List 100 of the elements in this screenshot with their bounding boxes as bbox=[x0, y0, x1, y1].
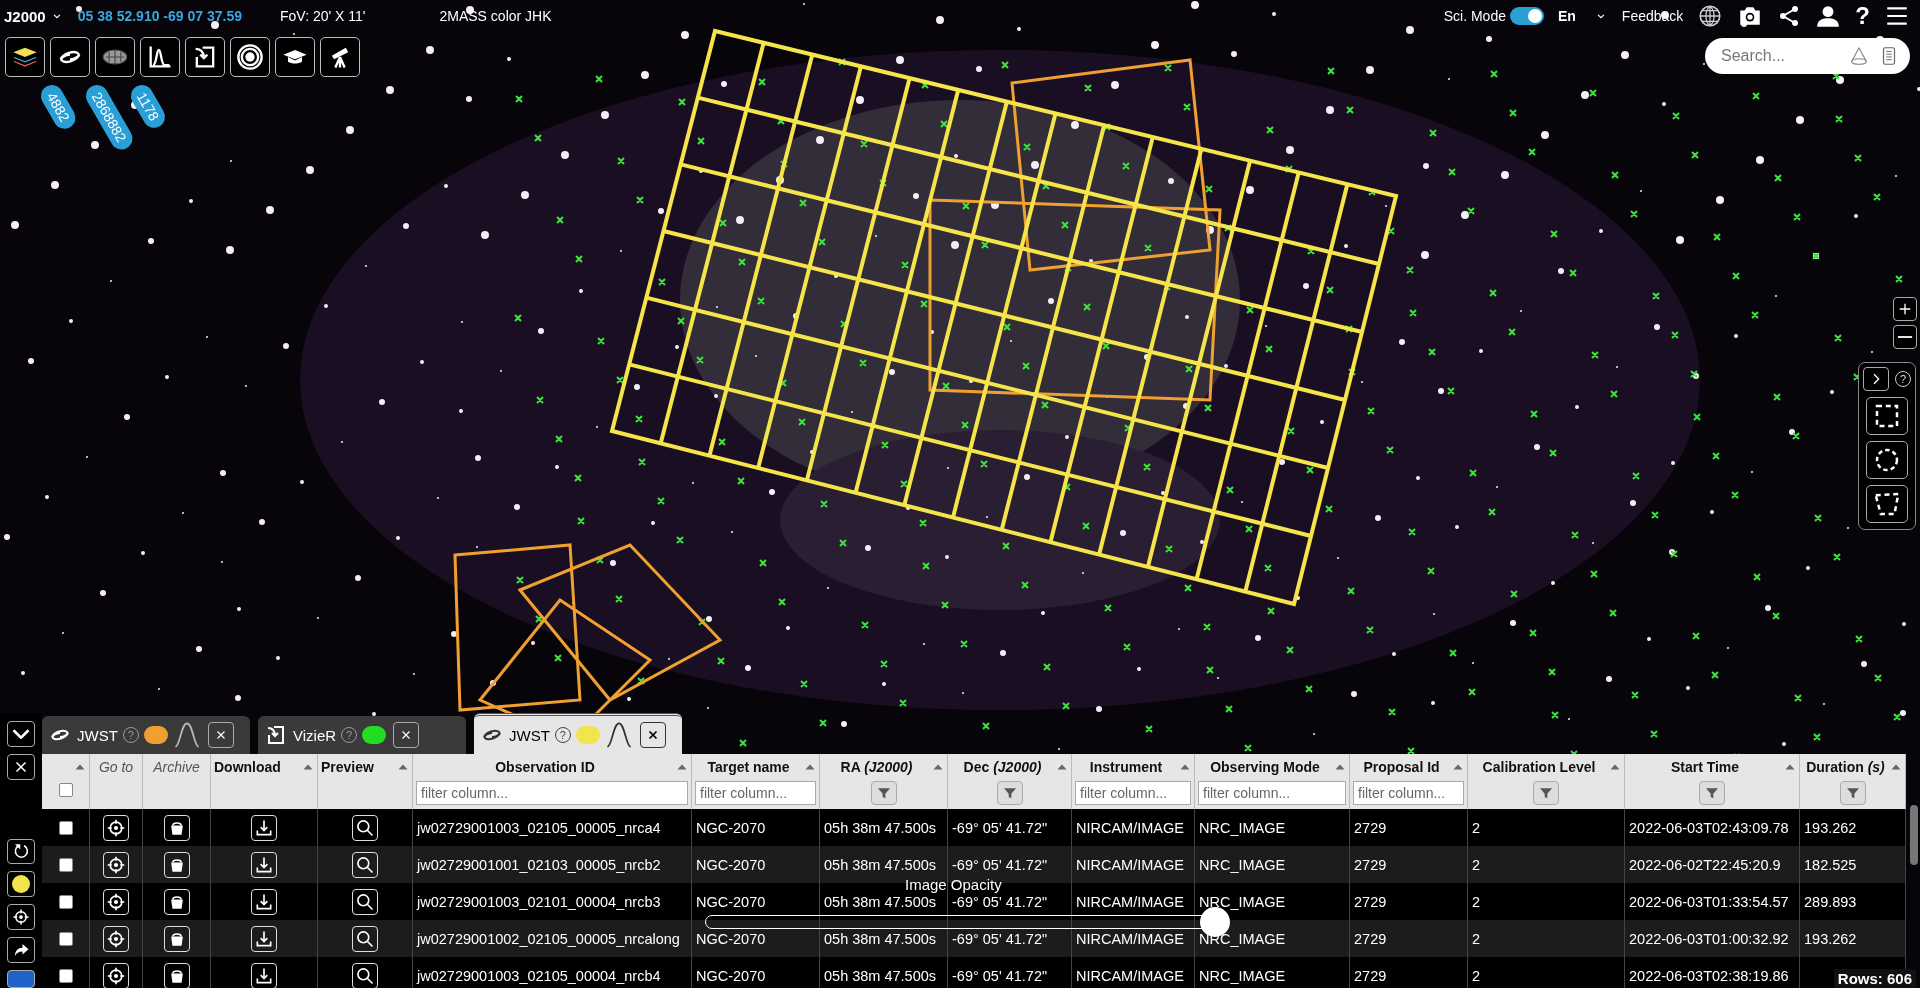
filter-field[interactable]: filter column... bbox=[416, 781, 688, 805]
column-title[interactable]: Start Time bbox=[1628, 759, 1782, 775]
column-title[interactable]: Go to bbox=[93, 759, 139, 775]
field-of-view: FoV: 20' X 11' bbox=[280, 8, 366, 24]
zoom-out-button[interactable] bbox=[1893, 325, 1917, 349]
wave-icon[interactable] bbox=[604, 721, 633, 749]
result-tab[interactable]: JWST ? bbox=[42, 716, 250, 754]
toolbar-button[interactable] bbox=[5, 37, 45, 77]
row-checkbox[interactable] bbox=[58, 820, 73, 835]
filter-field[interactable]: filter column... bbox=[695, 781, 816, 805]
toolbar-button[interactable] bbox=[140, 37, 180, 77]
crosshair-icon bbox=[106, 891, 126, 912]
filter-button[interactable] bbox=[1533, 781, 1559, 805]
tab-label: VizieR bbox=[293, 726, 337, 744]
go-to-button[interactable] bbox=[103, 814, 129, 841]
column-title[interactable]: Duration (s) bbox=[1803, 759, 1888, 775]
select-all-checkbox[interactable] bbox=[58, 783, 73, 797]
wave-icon[interactable] bbox=[172, 721, 201, 749]
preview-button[interactable] bbox=[352, 962, 378, 988]
archive-button[interactable] bbox=[163, 962, 190, 988]
download-button[interactable] bbox=[251, 888, 277, 915]
filter-button[interactable] bbox=[870, 781, 897, 805]
close-button[interactable] bbox=[639, 722, 666, 748]
box-select-button[interactable] bbox=[1866, 397, 1908, 435]
coordinates[interactable]: 05 38 52.910 -69 07 37.59 bbox=[77, 8, 242, 24]
download-button[interactable] bbox=[251, 962, 277, 988]
zoom-in-button[interactable] bbox=[1893, 297, 1917, 321]
close-button[interactable] bbox=[7, 753, 35, 780]
crosshair-icon bbox=[106, 854, 126, 875]
table-cell: 2729 bbox=[1350, 957, 1468, 988]
frame-selector[interactable]: J2000 bbox=[4, 7, 46, 25]
toolbar-button[interactable] bbox=[50, 37, 90, 77]
preview-button[interactable] bbox=[352, 888, 378, 915]
archive-button[interactable] bbox=[163, 814, 190, 841]
chevron-icon bbox=[12, 728, 30, 739]
archive-button[interactable] bbox=[163, 851, 190, 878]
user-icon[interactable] bbox=[1815, 3, 1842, 29]
preview-button[interactable] bbox=[352, 925, 378, 952]
result-tab[interactable]: JWST ? bbox=[474, 713, 682, 754]
result-tab[interactable]: VizieR ? bbox=[258, 716, 466, 754]
go-to-button[interactable] bbox=[103, 888, 129, 915]
help-button[interactable]: ? bbox=[1855, 2, 1870, 30]
funnel-icon bbox=[1538, 785, 1554, 801]
funnel-icon bbox=[1844, 785, 1861, 801]
archive-button[interactable] bbox=[163, 925, 190, 952]
center-button[interactable] bbox=[7, 904, 35, 930]
column-title[interactable]: Download bbox=[214, 759, 300, 775]
filter-button[interactable] bbox=[1699, 781, 1725, 805]
toolbar-button[interactable] bbox=[230, 37, 270, 77]
table-cell: 05h 38m 47.500s bbox=[820, 957, 948, 988]
search-field[interactable]: Search... bbox=[1705, 38, 1910, 74]
preview-button[interactable] bbox=[352, 851, 378, 878]
filter-field[interactable]: filter column... bbox=[1075, 781, 1191, 805]
color-button[interactable] bbox=[7, 871, 35, 898]
column-title[interactable]: RA (J2000) bbox=[823, 759, 930, 775]
column-title[interactable]: Proposal Id bbox=[1353, 759, 1450, 775]
archive-button[interactable] bbox=[163, 888, 190, 915]
row-checkbox[interactable] bbox=[58, 857, 73, 872]
refresh-button[interactable] bbox=[7, 838, 35, 865]
column-title[interactable]: Preview bbox=[321, 759, 395, 775]
column-title[interactable]: Observing Mode bbox=[1198, 759, 1332, 775]
column-title[interactable]: Dec (J2000) bbox=[951, 759, 1054, 775]
download-button[interactable] bbox=[251, 925, 277, 952]
survey-name[interactable]: 2MASS color JHK bbox=[439, 8, 552, 24]
toolbar-button[interactable] bbox=[320, 37, 360, 77]
filter-field[interactable]: filter column... bbox=[1198, 781, 1346, 805]
collapse-button[interactable] bbox=[7, 721, 35, 747]
go-to-button[interactable] bbox=[103, 962, 129, 988]
download-button[interactable] bbox=[251, 851, 277, 878]
filter-button[interactable] bbox=[996, 781, 1023, 805]
funnel-icon bbox=[1001, 785, 1018, 801]
column-title[interactable]: Target name bbox=[695, 759, 802, 775]
refresh-icon bbox=[12, 842, 30, 861]
filter-field[interactable]: filter column... bbox=[1353, 781, 1464, 805]
row-checkbox[interactable] bbox=[58, 894, 73, 909]
go-to-button[interactable] bbox=[103, 925, 129, 952]
column-title[interactable]: Calibration Level bbox=[1471, 759, 1607, 775]
toolbar-button[interactable] bbox=[275, 37, 315, 77]
download-button[interactable] bbox=[251, 814, 277, 841]
language-selector[interactable]: En bbox=[1557, 8, 1576, 24]
toolbar-button[interactable] bbox=[95, 37, 135, 77]
share-button[interactable] bbox=[7, 936, 35, 963]
toolbar-button[interactable] bbox=[185, 37, 225, 77]
column-title[interactable]: Archive bbox=[146, 759, 207, 775]
cone-icon[interactable] bbox=[1848, 45, 1870, 67]
scrollbar[interactable] bbox=[1910, 805, 1918, 865]
expand-button[interactable] bbox=[1863, 367, 1889, 391]
minus-icon bbox=[1897, 335, 1913, 339]
filter-button[interactable] bbox=[1839, 781, 1866, 805]
column-title[interactable]: Observation ID bbox=[416, 759, 674, 775]
polygon-select-button[interactable] bbox=[1866, 485, 1908, 523]
row-checkbox[interactable] bbox=[58, 931, 73, 946]
sci-mode-toggle[interactable] bbox=[1509, 7, 1544, 25]
circle-select-button[interactable] bbox=[1866, 441, 1908, 479]
preview-button[interactable] bbox=[352, 814, 378, 841]
row-checkbox[interactable] bbox=[58, 968, 73, 983]
column-title[interactable]: Instrument bbox=[1075, 759, 1177, 775]
more-button[interactable] bbox=[7, 969, 35, 988]
table-cell: 2022-06-03T02:38:19.86 bbox=[1625, 957, 1800, 988]
go-to-button[interactable] bbox=[103, 851, 129, 878]
